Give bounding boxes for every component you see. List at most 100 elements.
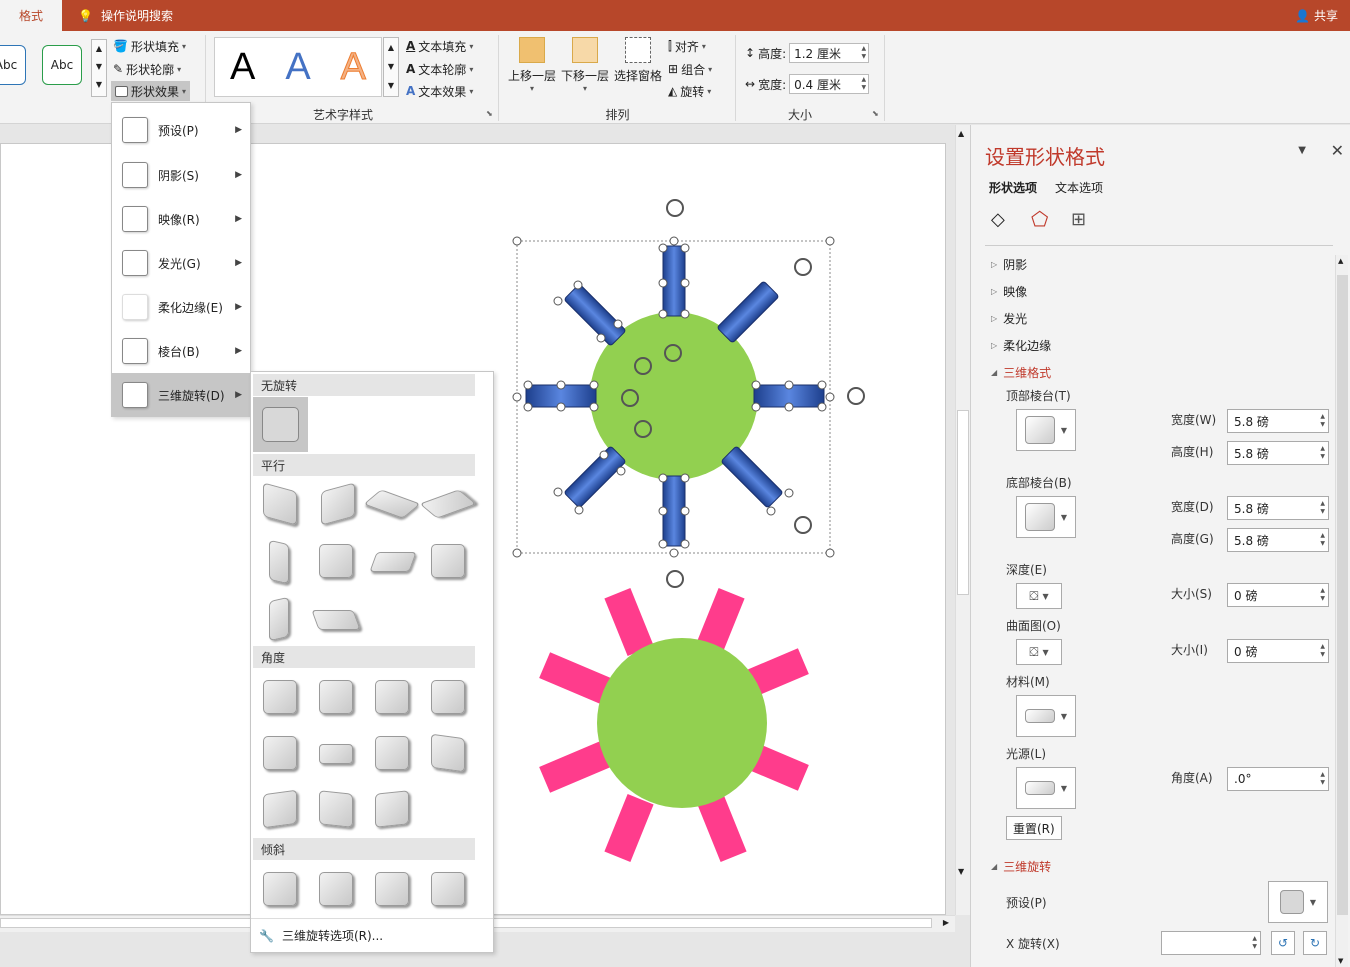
dialog-launcher-icon[interactable]: ⬊ — [486, 109, 493, 118]
depth-color-dropdown[interactable]: ⛋ ▼ — [1016, 583, 1062, 609]
menu-item-shadow[interactable]: 阴影(S) ▶ — [112, 153, 250, 197]
vertical-scrollbar[interactable]: ▲ ▼ — [955, 125, 970, 915]
scroll-up-icon[interactable]: ▲ — [958, 129, 964, 138]
shape-fill-button[interactable]: 🪣 形状填充 ▾ — [113, 36, 186, 56]
reset-button[interactable]: 重置(R) — [1006, 816, 1062, 840]
size-dialog-launcher-icon[interactable]: ⬊ — [872, 109, 879, 118]
wordart-scroll[interactable]: ▲ ▼ ▼ — [383, 37, 399, 97]
text-effects-button[interactable]: A 文本效果 ▾ — [406, 81, 473, 101]
width-input[interactable]: 0.4 厘米 — [789, 74, 870, 94]
scroll-down-icon[interactable]: ▼ — [958, 867, 964, 876]
wordart-style-orange[interactable]: A — [340, 45, 366, 89]
perspective-option-11[interactable] — [375, 790, 409, 828]
parallel-option-5[interactable] — [269, 539, 289, 585]
shape-style-scroll[interactable]: ▲ ▼ ▼ — [91, 39, 107, 97]
rotate-right-icon[interactable]: ↻ — [1303, 931, 1327, 955]
rotate-left-icon[interactable]: ↺ — [1271, 931, 1295, 955]
spoke-bottom-right[interactable] — [721, 446, 783, 508]
rotate-button[interactable]: ◭ 旋转 ▾ — [668, 81, 711, 101]
scroll-up-icon[interactable]: ▲ — [1338, 257, 1343, 265]
section-reflection[interactable]: ▷ 映像 — [991, 283, 1027, 300]
parallel-option-4[interactable] — [419, 489, 477, 519]
effects-pentagon-icon[interactable]: ⬠ — [1031, 207, 1048, 231]
perspective-option-1[interactable] — [263, 680, 297, 714]
tab-shape-options[interactable]: 形状选项 — [989, 179, 1037, 196]
contour-color-dropdown[interactable]: ⛋ ▼ — [1016, 639, 1062, 665]
rotation-preset-dropdown[interactable]: ▼ — [1268, 881, 1328, 923]
shape-outline-button[interactable]: ✎ 形状轮廓 ▾ — [113, 59, 181, 79]
oblique-option-3[interactable] — [375, 872, 409, 906]
shape-style-1[interactable]: Abc — [0, 45, 26, 85]
perspective-option-2[interactable] — [319, 680, 353, 714]
parallel-option-7[interactable] — [369, 552, 417, 572]
green-circle-bottom[interactable] — [597, 638, 767, 808]
section-3d-rotation[interactable]: ◢ 三维旋转 — [991, 858, 1051, 875]
x-rotation-input[interactable] — [1161, 931, 1261, 955]
perspective-option-7[interactable] — [375, 736, 409, 770]
oblique-option-1[interactable] — [263, 872, 297, 906]
shape-effects-button[interactable]: 形状效果 ▾ — [111, 81, 191, 101]
perspective-option-3[interactable] — [375, 680, 409, 714]
spoke-bottom-left[interactable] — [564, 446, 626, 508]
parallel-option-10[interactable] — [311, 610, 361, 630]
tab-text-options[interactable]: 文本选项 — [1055, 179, 1103, 196]
perspective-option-6[interactable] — [319, 744, 353, 764]
size-properties-icon[interactable]: ⊞ — [1071, 209, 1086, 230]
material-dropdown[interactable]: ▼ — [1016, 695, 1076, 737]
pane-scroll-thumb[interactable] — [1337, 275, 1348, 915]
lighting-dropdown[interactable]: ▼ — [1016, 767, 1076, 809]
shape-style-2[interactable]: Abc — [42, 45, 82, 85]
oblique-option-2[interactable] — [319, 872, 353, 906]
spoke-top-right[interactable] — [717, 281, 779, 343]
contour-size-input[interactable]: 0 磅 — [1227, 639, 1329, 663]
height-input[interactable]: 1.2 厘米 — [789, 43, 870, 63]
text-fill-button[interactable]: A 文本填充 ▾ — [406, 36, 473, 56]
top-bevel-dropdown[interactable]: ▼ — [1016, 409, 1076, 451]
close-icon[interactable]: ✕ — [1331, 141, 1344, 160]
parallel-option-9[interactable] — [269, 596, 289, 642]
fill-line-icon[interactable]: ◇ — [991, 209, 1005, 230]
menu-item-bevel[interactable]: 棱台(B) ▶ — [112, 329, 250, 373]
text-outline-button[interactable]: A 文本轮廓 ▾ — [406, 59, 473, 79]
top-height-input[interactable]: 5.8 磅 — [1227, 441, 1329, 465]
group-button[interactable]: ⊞ 组合 ▾ — [668, 59, 712, 79]
bring-forward-button[interactable]: 上移一层 ▾ — [507, 37, 557, 93]
wordart-style-black[interactable]: A — [230, 46, 255, 89]
angle-input[interactable]: .0° — [1227, 767, 1329, 791]
spoke-top-left[interactable] — [564, 284, 626, 346]
perspective-option-4[interactable] — [431, 680, 465, 714]
perspective-option-8[interactable] — [431, 733, 465, 773]
scroll-thumb[interactable] — [957, 410, 969, 595]
perspective-option-10[interactable] — [319, 790, 353, 828]
tell-me-search[interactable]: 💡 操作说明搜索 — [78, 0, 173, 31]
scroll-down-icon[interactable]: ▼ — [1338, 957, 1343, 965]
oblique-option-4[interactable] — [431, 872, 465, 906]
top-width-input[interactable]: 5.8 磅 — [1227, 409, 1329, 433]
no-rotation-option[interactable] — [253, 397, 308, 452]
parallel-option-8[interactable] — [431, 544, 465, 578]
pane-menu-icon[interactable]: ▼ — [1298, 145, 1306, 156]
bottom-bevel-dropdown[interactable]: ▼ — [1016, 496, 1076, 538]
wordart-gallery[interactable]: A A A — [214, 37, 382, 97]
wordart-style-blue[interactable]: A — [285, 46, 310, 89]
tab-format[interactable]: 格式 — [0, 0, 62, 31]
section-shadow[interactable]: ▷ 阴影 — [991, 256, 1027, 273]
perspective-option-5[interactable] — [263, 736, 297, 770]
menu-item-glow[interactable]: 发光(G) ▶ — [112, 241, 250, 285]
parallel-option-6[interactable] — [319, 544, 353, 578]
section-3d-format[interactable]: ◢ 三维格式 — [991, 364, 1051, 381]
share-button[interactable]: 👤 共享 — [1295, 0, 1338, 31]
parallel-option-2[interactable] — [321, 482, 355, 526]
scroll-right-icon[interactable]: ▶ — [943, 918, 949, 927]
menu-item-preset[interactable]: 预设(P) ▶ — [112, 108, 250, 152]
send-backward-button[interactable]: 下移一层 ▾ — [560, 37, 610, 93]
menu-item-soft-edges[interactable]: 柔化边缘(E) ▶ — [112, 285, 250, 329]
bottom-height-input[interactable]: 5.8 磅 — [1227, 528, 1329, 552]
section-soft-edges[interactable]: ▷ 柔化边缘 — [991, 337, 1051, 354]
parallel-option-3[interactable] — [363, 489, 421, 519]
bottom-width-input[interactable]: 5.8 磅 — [1227, 496, 1329, 520]
pane-scrollbar[interactable]: ▲ ▼ — [1335, 255, 1348, 967]
menu-item-3d-rotation[interactable]: 三维旋转(D) ▶ — [112, 373, 250, 417]
selection-pane-button[interactable]: 选择窗格 — [613, 37, 663, 84]
3d-rotation-options-link[interactable]: 🔧 三维旋转选项(R)... — [251, 918, 493, 952]
